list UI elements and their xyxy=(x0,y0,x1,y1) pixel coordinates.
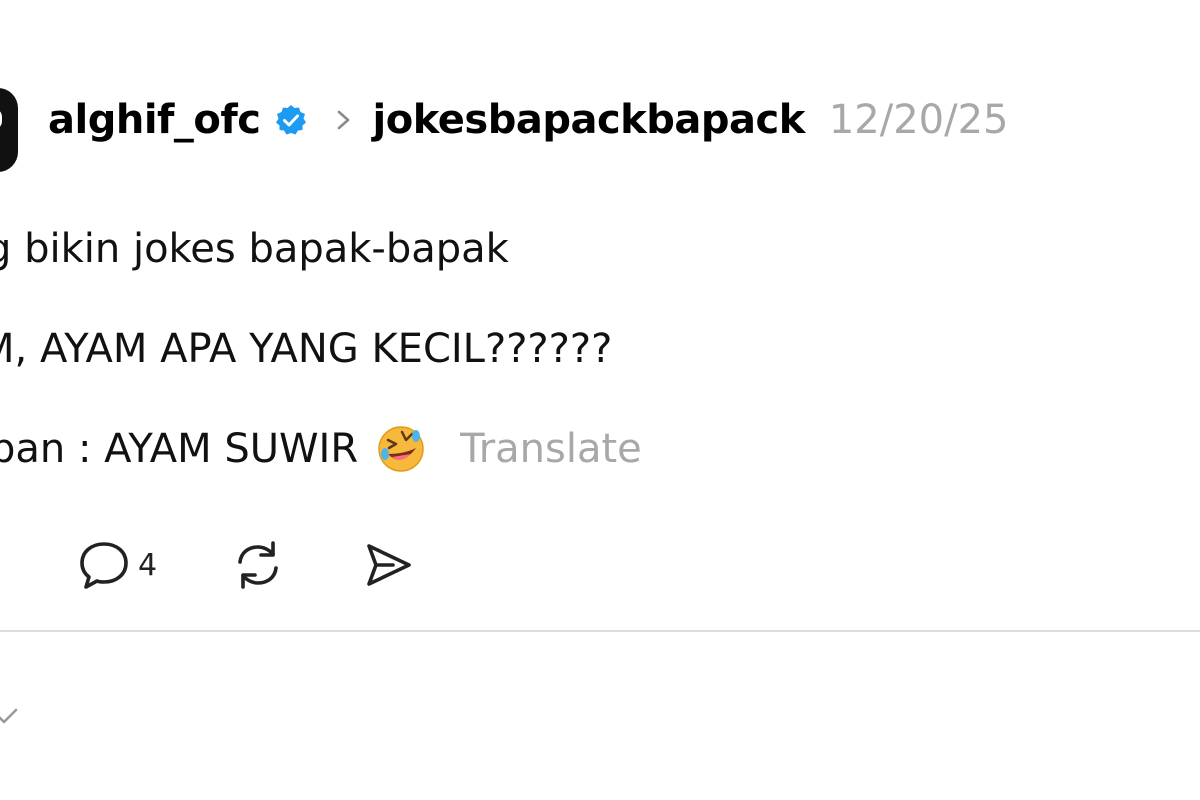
rolling-on-floor-laughing-emoji xyxy=(376,424,426,474)
post-view: alghif_ofc jokesbapackbapack 12/20/25 g … xyxy=(0,0,1200,800)
comment-bubble-icon xyxy=(80,542,128,589)
reply-count: 4 xyxy=(138,547,158,583)
post-timestamp[interactable]: 12/20/25 xyxy=(829,97,1009,143)
post-text-line-with-translate: ban : AYAM SUWIR Translate xyxy=(0,424,642,474)
chevron-right-icon xyxy=(333,104,355,136)
post-actions: 4 xyxy=(0,530,489,600)
avatar[interactable] xyxy=(0,88,18,172)
divider xyxy=(0,630,1200,632)
send-icon xyxy=(367,544,411,586)
check-icon xyxy=(0,702,20,728)
repost-button[interactable] xyxy=(229,536,287,594)
post-text-line: ban : AYAM SUWIR xyxy=(0,426,359,472)
repost-icon xyxy=(238,541,278,589)
heart-icon xyxy=(0,543,4,587)
translate-link[interactable]: Translate xyxy=(460,426,642,472)
like-button[interactable] xyxy=(0,543,4,587)
post-text-line: M, AYAM APA YANG KECIL?????? xyxy=(0,326,613,372)
verified-badge-icon xyxy=(275,104,307,136)
reply-button[interactable]: 4 xyxy=(76,537,157,593)
post-header: alghif_ofc jokesbapackbapack 12/20/25 xyxy=(48,92,1008,148)
share-button[interactable] xyxy=(359,536,417,594)
community-link[interactable]: jokesbapackbapack xyxy=(373,97,806,143)
post-text-line: g bikin jokes bapak-bapak xyxy=(0,226,509,272)
username-link[interactable]: alghif_ofc xyxy=(48,97,261,143)
